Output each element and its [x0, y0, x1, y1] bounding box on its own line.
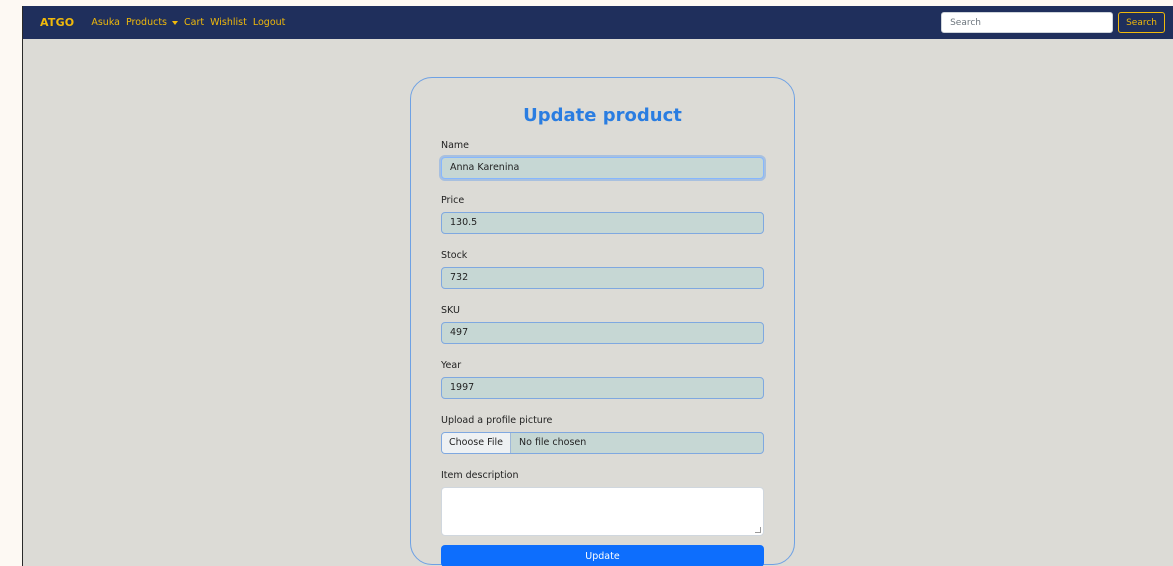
- search-input[interactable]: [941, 12, 1114, 33]
- price-label: Price: [441, 195, 465, 206]
- upload-label: Upload a profile picture: [441, 415, 553, 426]
- year-field[interactable]: 1997: [441, 377, 764, 399]
- resize-handle-icon[interactable]: [755, 527, 761, 533]
- navbar: ATGO Asuka Products Cart Wishlist Logout…: [23, 6, 1173, 39]
- choose-file-button[interactable]: Choose File: [442, 433, 511, 453]
- nav-link-asuka[interactable]: Asuka: [91, 17, 120, 28]
- nav-search-group: Search: [941, 12, 1165, 33]
- nav-link-products-label: Products: [125, 17, 168, 28]
- stock-label: Stock: [441, 250, 468, 261]
- update-button[interactable]: Update: [441, 545, 764, 566]
- nav-link-products-dropdown[interactable]: Products: [125, 17, 179, 28]
- nav-link-cart[interactable]: Cart: [184, 17, 204, 28]
- nav-link-wishlist[interactable]: Wishlist: [210, 17, 247, 28]
- stock-field[interactable]: 732: [441, 267, 764, 289]
- update-product-card: Update product Name Anna Karenina Price …: [410, 77, 795, 566]
- description-textarea[interactable]: [441, 487, 764, 536]
- caret-down-icon: [172, 20, 179, 25]
- nav-link-logout[interactable]: Logout: [253, 17, 286, 28]
- file-status-text: No file chosen: [519, 437, 587, 448]
- name-field[interactable]: Anna Karenina: [441, 157, 764, 179]
- page-title: Update product: [523, 105, 682, 126]
- description-label: Item description: [441, 470, 519, 481]
- file-upload-input[interactable]: Choose File No file chosen: [441, 432, 764, 454]
- app-frame: ATGO Asuka Products Cart Wishlist Logout…: [22, 6, 1173, 566]
- brand-logo[interactable]: ATGO: [40, 16, 74, 29]
- search-button[interactable]: Search: [1118, 12, 1165, 33]
- sku-field[interactable]: 497: [441, 322, 764, 344]
- sku-label: SKU: [441, 305, 460, 316]
- name-label: Name: [441, 140, 470, 151]
- year-label: Year: [441, 360, 462, 371]
- price-field[interactable]: 130.5: [441, 212, 764, 234]
